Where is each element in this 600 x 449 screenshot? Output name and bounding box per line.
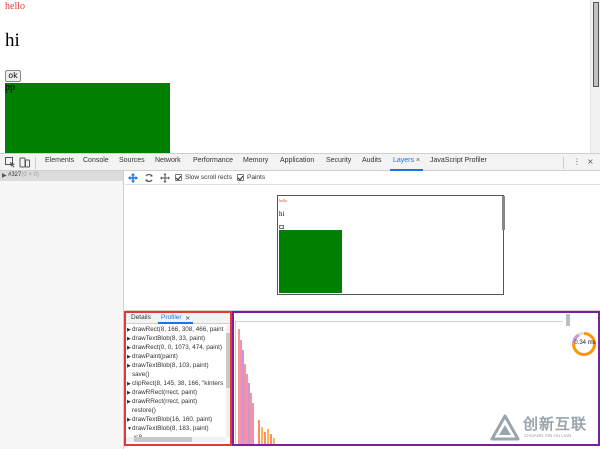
tab-performance[interactable]: Performance bbox=[193, 157, 233, 164]
paint-command-row[interactable]: ▶drawRRect(rrect, paint) bbox=[127, 397, 197, 406]
paint-command-text: drawRRect(rrect, paint) bbox=[132, 398, 198, 405]
paint-command-text: save() bbox=[132, 371, 150, 378]
thumbnail-scrollbar bbox=[502, 196, 505, 230]
ok-button[interactable]: ok bbox=[5, 70, 21, 82]
paint-timeline-bar[interactable] bbox=[264, 432, 266, 444]
rotate-mode-icon[interactable] bbox=[144, 173, 154, 183]
paint-command-row[interactable]: ▶drawTextBlob(16, 160, paint) bbox=[127, 415, 212, 424]
paints-checkbox[interactable] bbox=[237, 174, 244, 181]
tab-elements[interactable]: Elements bbox=[45, 157, 74, 164]
command-list-scrollbar-thumb[interactable] bbox=[226, 333, 230, 388]
watermark-title: 创新互联 bbox=[523, 415, 588, 433]
command-list-hscrollbar-thumb[interactable] bbox=[134, 437, 192, 442]
green-box bbox=[5, 83, 170, 153]
thumbnail-hello-text: hello bbox=[279, 198, 287, 203]
expand-arrow-icon[interactable]: ▶ bbox=[2, 172, 7, 179]
layer-tree-row[interactable]: ▶ #327(0 × 0) bbox=[0, 171, 123, 181]
page-scrollbar-thumb[interactable] bbox=[593, 2, 599, 87]
device-toolbar-icon[interactable] bbox=[19, 157, 30, 168]
watermark-subtitle: CHUANG XIN HU LIAN bbox=[524, 433, 572, 438]
devtools-tab-bar: Elements Console Sources Network Perform… bbox=[0, 153, 600, 171]
tab-console[interactable]: Console bbox=[83, 157, 109, 164]
paint-timeline-bar[interactable] bbox=[258, 420, 260, 444]
active-subtab-indicator bbox=[158, 322, 193, 324]
watermark-logo-icon bbox=[490, 414, 520, 441]
tab-javascript-profiler[interactable]: JavaScript Profiler bbox=[430, 157, 487, 164]
tab-security[interactable]: Security bbox=[326, 157, 351, 164]
tab-audits[interactable]: Audits bbox=[362, 157, 381, 164]
command-list-hscrollbar[interactable] bbox=[126, 437, 226, 442]
page-scrollbar[interactable] bbox=[590, 0, 600, 153]
paint-command-row[interactable]: ▶drawRect(0, 0, 1073, 474, paint) bbox=[127, 343, 222, 352]
close-layers-tab-icon[interactable]: × bbox=[416, 157, 420, 164]
slow-scroll-rects-checkbox[interactable] bbox=[175, 174, 182, 181]
tab-separator bbox=[35, 157, 36, 169]
layers-tree: ▶ #327(0 × 0) bbox=[0, 171, 124, 449]
paint-command-text: drawTextBlob(8, 183, paint) bbox=[132, 425, 209, 432]
hello-text: hello bbox=[5, 1, 25, 12]
tab-memory[interactable]: Memory bbox=[243, 157, 268, 164]
inspected-page: hello hi ok pp bbox=[0, 0, 590, 153]
paint-time-label: 0.34 ms bbox=[574, 340, 596, 346]
paint-timeline-bar[interactable] bbox=[261, 427, 263, 444]
thumbnail-ok-button bbox=[279, 225, 284, 229]
layers-toolbar: Slow scroll rects Paints bbox=[125, 171, 600, 185]
paint-command-text: drawPaint(paint) bbox=[132, 353, 178, 360]
paint-command-row[interactable]: ▶drawRRect(rrect, paint) bbox=[127, 388, 197, 397]
paints-label: Paints bbox=[247, 174, 266, 181]
paint-timeline-bar[interactable] bbox=[270, 434, 272, 444]
paint-command-text: drawRRect(rrect, paint) bbox=[132, 389, 198, 396]
paint-command-text: drawRect(0, 0, 1073, 474, paint) bbox=[132, 344, 222, 351]
tab-network[interactable]: Network bbox=[155, 157, 181, 164]
pan-mode-icon[interactable] bbox=[128, 173, 138, 183]
tab-application[interactable]: Application bbox=[280, 157, 314, 164]
paint-command-text: drawTextBlob(8, 103, paint) bbox=[132, 362, 209, 369]
thumbnail-green-box bbox=[279, 230, 342, 293]
command-list-scrollbar[interactable] bbox=[226, 325, 230, 437]
more-options-icon[interactable]: ⋮ bbox=[573, 157, 581, 166]
paint-command-list: ▶drawRect(8, 166, 308, 466, paint ▶drawTe… bbox=[126, 325, 226, 437]
paint-command-row[interactable]: ▶drawPaint(paint) bbox=[127, 352, 178, 361]
timeline-selection-handle[interactable] bbox=[566, 314, 570, 326]
reset-transform-icon[interactable] bbox=[160, 173, 170, 183]
paint-command-text: drawTextBlob(16, 160, paint) bbox=[132, 416, 213, 423]
paint-timeline-bar[interactable] bbox=[273, 438, 275, 444]
tab-details[interactable]: Details bbox=[131, 314, 151, 321]
paint-command-text: drawTextBlob(8, 33, paint) bbox=[132, 335, 206, 342]
paint-profiler-panel: Details Profiler × ▶drawRect(8, 166, 308… bbox=[124, 311, 232, 446]
thumbnail-hi-text: hi bbox=[279, 210, 285, 218]
details-tab-bar: Details Profiler × bbox=[126, 313, 230, 324]
tab-sources[interactable]: Sources bbox=[119, 157, 145, 164]
close-devtools-icon[interactable]: × bbox=[587, 157, 594, 166]
hi-heading: hi bbox=[5, 30, 20, 51]
paint-command-row[interactable]: ▶drawRect(8, 166, 308, 466, paint bbox=[127, 325, 223, 334]
inspect-element-icon[interactable] bbox=[5, 157, 16, 168]
pp-text: pp bbox=[5, 82, 15, 93]
paint-command-text: restore() bbox=[132, 407, 156, 414]
paint-command-text: drawRect(8, 166, 308, 466, paint bbox=[132, 326, 224, 333]
close-profiler-icon[interactable]: × bbox=[185, 314, 190, 322]
paint-command-row[interactable]: ▶drawTextBlob(8, 33, paint) bbox=[127, 334, 205, 343]
layer-node-id: #327 bbox=[8, 172, 22, 178]
paint-command-row[interactable]: ▼drawTextBlob(8, 183, paint) bbox=[127, 424, 209, 433]
tab-profiler[interactable]: Profiler bbox=[161, 314, 182, 321]
paint-command-text: clipRect(8, 145, 38, 166, "kInters bbox=[132, 380, 224, 387]
paint-command-row[interactable]: ▶clipRect(8, 145, 38, 166, "kInters bbox=[127, 379, 223, 388]
layer-node-size: (0 × 0) bbox=[21, 172, 39, 178]
tab-separator bbox=[563, 157, 564, 169]
paint-timeline-bar[interactable] bbox=[267, 429, 269, 444]
paint-command-row[interactable]: ▶drawTextBlob(8, 103, paint) bbox=[127, 361, 209, 370]
slow-scroll-rects-label: Slow scroll rects bbox=[185, 174, 232, 181]
paint-command-row[interactable]: save() bbox=[127, 370, 150, 379]
paint-command-row[interactable]: restore() bbox=[127, 406, 156, 415]
paint-timeline-bar[interactable] bbox=[252, 403, 254, 444]
layer-node-label: #327(0 × 0) bbox=[8, 172, 39, 178]
tab-layers[interactable]: Layers bbox=[393, 157, 414, 164]
watermark: 创新互联 CHUANG XIN HU LIAN bbox=[490, 411, 600, 447]
